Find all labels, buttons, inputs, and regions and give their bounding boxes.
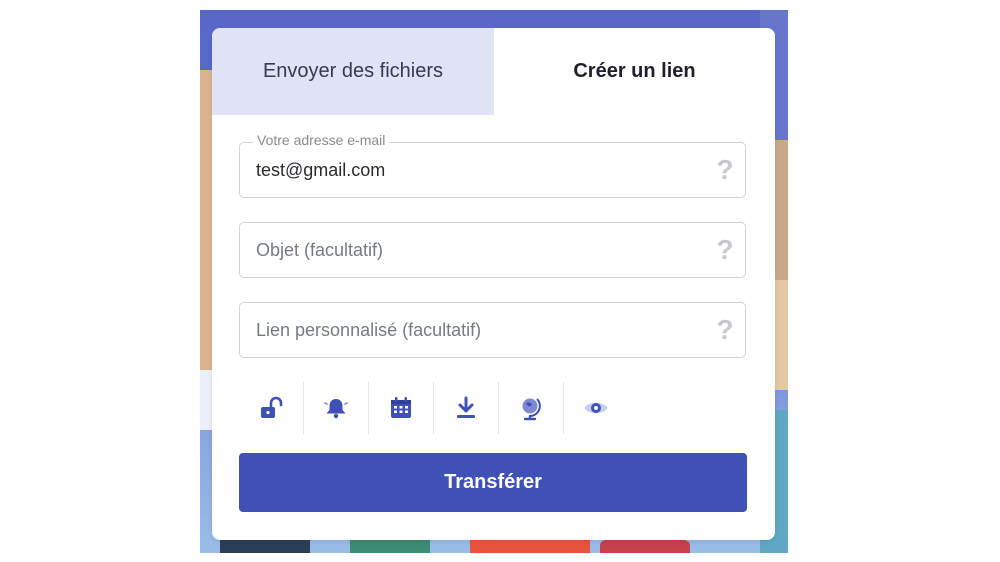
option-notification[interactable] <box>304 382 369 434</box>
option-download-limit[interactable] <box>434 382 499 434</box>
email-field[interactable]: test@gmail.com ? <box>239 142 746 198</box>
custom-link-help-icon[interactable]: ? <box>705 314 745 346</box>
tab-create-link[interactable]: Créer un lien <box>494 28 775 115</box>
transfer-button[interactable]: Transférer <box>239 453 747 512</box>
custom-link-placeholder[interactable]: Lien personnalisé (facultatif) <box>240 320 705 341</box>
option-preview[interactable] <box>564 382 628 434</box>
option-password[interactable] <box>239 382 304 434</box>
subject-field[interactable]: Objet (facultatif) ? <box>239 222 746 278</box>
option-expiration[interactable] <box>369 382 434 434</box>
tab-send-files[interactable]: Envoyer des fichiers <box>212 28 494 115</box>
subject-help-icon[interactable]: ? <box>705 234 745 266</box>
transfer-options <box>239 382 628 434</box>
eye-icon <box>584 402 608 414</box>
unlock-icon <box>261 396 283 418</box>
bell-icon <box>324 399 348 419</box>
background-shape <box>600 540 690 553</box>
background-shape <box>470 538 590 553</box>
email-help-icon[interactable]: ? <box>705 154 745 186</box>
option-language[interactable] <box>499 382 564 434</box>
subject-placeholder[interactable]: Objet (facultatif) <box>240 240 705 261</box>
custom-link-field[interactable]: Lien personnalisé (facultatif) ? <box>239 302 746 358</box>
email-label: Votre adresse e-mail <box>253 132 390 148</box>
calendar-icon <box>391 397 411 418</box>
globe-icon <box>522 398 541 421</box>
background-shape <box>775 280 788 390</box>
transfer-card: Envoyer des fichiers Créer un lien test@… <box>212 28 775 540</box>
tab-bar: Envoyer des fichiers Créer un lien <box>212 28 775 115</box>
download-icon <box>457 396 475 418</box>
email-value[interactable]: test@gmail.com <box>240 160 705 181</box>
background-shape <box>350 540 430 553</box>
